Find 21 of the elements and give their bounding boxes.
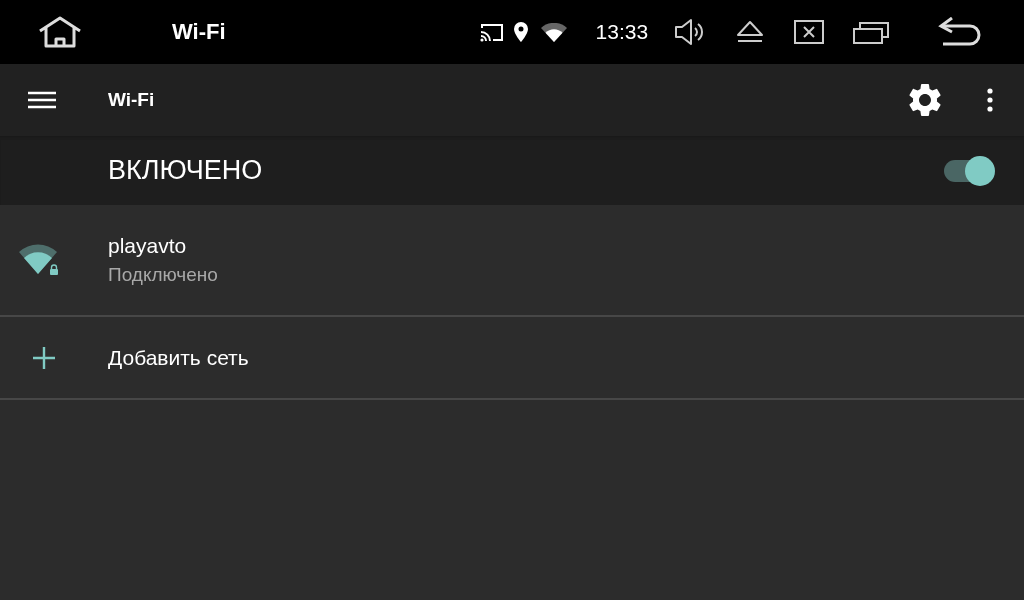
toolbar-title: Wi-Fi [108, 89, 156, 111]
recent-apps-icon[interactable] [853, 20, 890, 44]
cast-icon [479, 22, 504, 42]
menu-icon[interactable] [28, 91, 56, 109]
settings-icon[interactable] [909, 84, 941, 116]
clock-time: 13:33 [595, 20, 649, 44]
more-options-icon[interactable] [987, 88, 993, 112]
status-bar-title: Wi-Fi [172, 19, 226, 45]
network-name: playavto [108, 234, 188, 258]
network-status: Подключено [108, 264, 218, 286]
close-icon[interactable] [794, 20, 825, 44]
wifi-icon [540, 22, 567, 42]
network-item[interactable]: playavto Подключено [0, 205, 1024, 317]
eject-icon[interactable] [736, 20, 765, 44]
location-pin-icon [513, 22, 528, 42]
switch-label: ВКЛЮЧЕНО [108, 155, 264, 186]
add-network-item[interactable]: Добавить сеть [0, 317, 1024, 400]
add-network-label: Добавить сеть [108, 345, 249, 370]
home-icon[interactable] [37, 16, 83, 48]
plus-icon [33, 346, 55, 369]
toggle-switch[interactable] [944, 155, 995, 186]
